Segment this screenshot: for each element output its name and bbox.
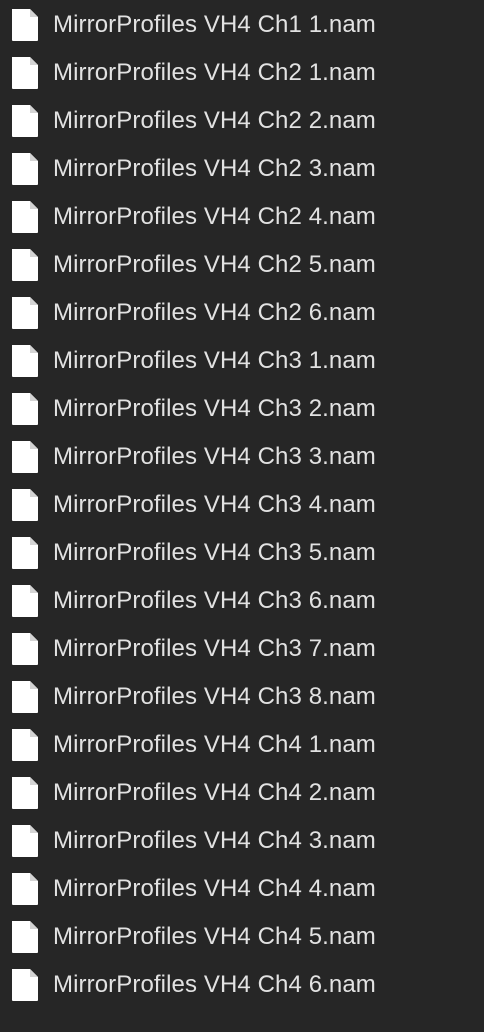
document-icon (11, 729, 39, 761)
file-item[interactable]: MirrorProfiles VH4 Ch4 2.nam (0, 769, 484, 817)
file-item[interactable]: MirrorProfiles VH4 Ch1 1.nam (0, 1, 484, 49)
file-name: MirrorProfiles VH4 Ch3 5.nam (53, 539, 376, 566)
file-name: MirrorProfiles VH4 Ch4 2.nam (53, 779, 376, 806)
file-name: MirrorProfiles VH4 Ch4 1.nam (53, 731, 376, 758)
file-name: MirrorProfiles VH4 Ch1 1.nam (53, 11, 376, 38)
file-list: MirrorProfiles VH4 Ch1 1.nam MirrorProfi… (0, 0, 484, 1032)
file-item[interactable]: MirrorProfiles VH4 Ch4 3.nam (0, 817, 484, 865)
document-icon (11, 873, 39, 905)
document-icon (11, 9, 39, 41)
file-name: MirrorProfiles VH4 Ch3 4.nam (53, 491, 376, 518)
file-item[interactable]: MirrorProfiles VH4 Ch2 3.nam (0, 145, 484, 193)
document-icon (11, 969, 39, 1001)
file-name: MirrorProfiles VH4 Ch2 5.nam (53, 251, 376, 278)
file-name: MirrorProfiles VH4 Ch2 2.nam (53, 107, 376, 134)
file-item[interactable]: MirrorProfiles VH4 Ch3 5.nam (0, 529, 484, 577)
file-name: MirrorProfiles VH4 Ch4 5.nam (53, 923, 376, 950)
document-icon (11, 633, 39, 665)
document-icon (11, 201, 39, 233)
document-icon (11, 153, 39, 185)
file-item[interactable]: MirrorProfiles VH4 Ch3 6.nam (0, 577, 484, 625)
file-name: MirrorProfiles VH4 Ch3 1.nam (53, 347, 376, 374)
file-name: MirrorProfiles VH4 Ch3 3.nam (53, 443, 376, 470)
file-name: MirrorProfiles VH4 Ch2 3.nam (53, 155, 376, 182)
document-icon (11, 441, 39, 473)
file-item[interactable]: MirrorProfiles VH4 Ch2 4.nam (0, 193, 484, 241)
file-item[interactable]: MirrorProfiles VH4 Ch2 1.nam (0, 49, 484, 97)
document-icon (11, 345, 39, 377)
file-item[interactable]: MirrorProfiles VH4 Ch3 7.nam (0, 625, 484, 673)
document-icon (11, 57, 39, 89)
file-item[interactable]: MirrorProfiles VH4 Ch4 5.nam (0, 913, 484, 961)
document-icon (11, 105, 39, 137)
file-item[interactable]: MirrorProfiles VH4 Ch3 8.nam (0, 673, 484, 721)
file-item[interactable]: MirrorProfiles VH4 Ch2 2.nam (0, 97, 484, 145)
document-icon (11, 585, 39, 617)
document-icon (11, 681, 39, 713)
file-name: MirrorProfiles VH4 Ch4 6.nam (53, 971, 376, 998)
file-item[interactable]: MirrorProfiles VH4 Ch2 6.nam (0, 289, 484, 337)
file-item[interactable]: MirrorProfiles VH4 Ch4 4.nam (0, 865, 484, 913)
file-item[interactable]: MirrorProfiles VH4 Ch3 2.nam (0, 385, 484, 433)
file-item[interactable]: MirrorProfiles VH4 Ch4 1.nam (0, 721, 484, 769)
file-item[interactable]: MirrorProfiles VH4 Ch2 5.nam (0, 241, 484, 289)
document-icon (11, 249, 39, 281)
file-item[interactable]: MirrorProfiles VH4 Ch3 4.nam (0, 481, 484, 529)
file-item[interactable]: MirrorProfiles VH4 Ch3 3.nam (0, 433, 484, 481)
document-icon (11, 825, 39, 857)
document-icon (11, 537, 39, 569)
file-name: MirrorProfiles VH4 Ch3 6.nam (53, 587, 376, 614)
file-name: MirrorProfiles VH4 Ch2 1.nam (53, 59, 376, 86)
file-name: MirrorProfiles VH4 Ch3 2.nam (53, 395, 376, 422)
document-icon (11, 921, 39, 953)
document-icon (11, 393, 39, 425)
file-item[interactable]: MirrorProfiles VH4 Ch3 1.nam (0, 337, 484, 385)
file-name: MirrorProfiles VH4 Ch2 4.nam (53, 203, 376, 230)
file-name: MirrorProfiles VH4 Ch4 4.nam (53, 875, 376, 902)
file-item[interactable]: MirrorProfiles VH4 Ch4 6.nam (0, 961, 484, 1009)
file-name: MirrorProfiles VH4 Ch2 6.nam (53, 299, 376, 326)
document-icon (11, 297, 39, 329)
file-name: MirrorProfiles VH4 Ch3 8.nam (53, 683, 376, 710)
file-name: MirrorProfiles VH4 Ch4 3.nam (53, 827, 376, 854)
file-name: MirrorProfiles VH4 Ch3 7.nam (53, 635, 376, 662)
document-icon (11, 489, 39, 521)
document-icon (11, 777, 39, 809)
